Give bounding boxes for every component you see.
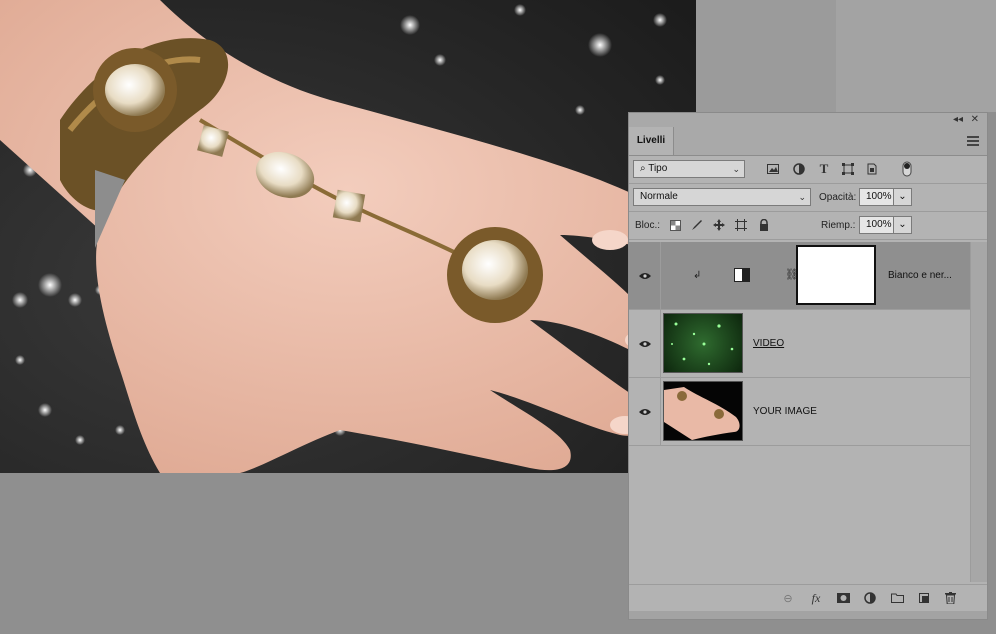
chevron-down-icon: ⌄ <box>798 192 806 202</box>
type-filter-icon[interactable]: T <box>816 161 832 177</box>
fill-dropdown-button[interactable]: ⌄ <box>893 216 912 234</box>
video-layer-thumbnail[interactable] <box>663 313 743 373</box>
opacity-value: 100% <box>866 191 892 202</box>
lock-label: Bloc.: <box>635 220 661 231</box>
layers-list: ↲ ⛓ Bianco e ner... VIDEO YOUR IMAGE <box>629 242 971 446</box>
layer-row-adjustment[interactable]: ↲ ⛓ Bianco e ner... <box>629 242 971 310</box>
visibility-toggle[interactable] <box>629 378 661 445</box>
fill-value: 100% <box>866 219 892 230</box>
fill-label: Riemp.: <box>821 220 856 231</box>
panel-resize-grip[interactable] <box>629 611 987 619</box>
eye-icon <box>638 340 651 347</box>
lock-all-icon[interactable] <box>756 217 772 233</box>
layer-mask-thumbnail[interactable] <box>796 245 876 305</box>
bw-adjustment-icon[interactable] <box>734 268 750 282</box>
shape-filter-icon[interactable] <box>840 161 856 177</box>
blend-mode-select[interactable]: Normale ⌄ <box>633 188 811 206</box>
chevron-down-icon: ⌄ <box>898 191 907 202</box>
eye-icon <box>638 408 651 415</box>
layer-row-image[interactable]: YOUR IMAGE <box>629 378 971 446</box>
blend-row: Normale ⌄ Opacità: 100% ⌄ <box>629 184 987 212</box>
layers-footer: ⊖ fx <box>629 584 987 611</box>
document-image[interactable] <box>0 0 696 473</box>
opacity-dropdown-button[interactable]: ⌄ <box>893 188 912 206</box>
link-icon[interactable]: ⊖ <box>781 591 795 605</box>
layer-name[interactable]: VIDEO <box>753 338 784 349</box>
blend-mode-value: Normale <box>640 191 678 202</box>
search-icon: ⌕ <box>640 163 646 174</box>
lock-artboard-icon[interactable] <box>733 217 749 233</box>
eye-icon <box>638 272 651 279</box>
lock-row: Bloc.: Riemp.: 100% ⌄ <box>629 212 987 240</box>
hand-bracelet-photo <box>0 0 696 473</box>
opacity-label: Opacità: <box>819 192 857 203</box>
filter-kind-select[interactable]: ⌕ Tipo ⌄ <box>633 160 745 178</box>
workspace-area <box>696 0 836 112</box>
new-layer-icon[interactable] <box>917 591 931 605</box>
visibility-toggle[interactable] <box>629 242 661 309</box>
mask-icon[interactable] <box>836 591 850 605</box>
lock-pixels-icon[interactable] <box>689 217 705 233</box>
visibility-toggle[interactable] <box>629 310 661 377</box>
lock-transparency-icon[interactable] <box>667 217 683 233</box>
collapse-panel-button[interactable]: ◂◂ <box>953 114 963 125</box>
adjustment-icon[interactable] <box>863 591 877 605</box>
panel-tab-bar: Livelli <box>629 127 987 156</box>
folder-icon[interactable] <box>890 591 904 605</box>
close-panel-button[interactable]: ✕ <box>971 114 979 125</box>
workspace-area-right <box>836 0 996 112</box>
clipping-arrow-icon: ↲ <box>693 270 702 281</box>
filter-kind-value: Tipo <box>648 163 668 174</box>
layer-name[interactable]: YOUR IMAGE <box>753 406 817 417</box>
image-layer-thumbnail[interactable] <box>663 381 743 441</box>
layers-scrollbar[interactable] <box>970 242 987 582</box>
trash-icon[interactable] <box>943 591 957 605</box>
image-filter-icon[interactable] <box>765 161 781 177</box>
adjustment-filter-icon[interactable] <box>791 161 807 177</box>
panel-menu-icon[interactable] <box>967 136 979 146</box>
filter-row: ⌕ Tipo ⌄ T <box>629 156 987 184</box>
layer-row-video[interactable]: VIDEO <box>629 310 971 378</box>
lock-position-icon[interactable] <box>711 217 727 233</box>
tab-layers[interactable]: Livelli <box>629 127 674 155</box>
smart-object-filter-icon[interactable] <box>864 161 880 177</box>
layers-panel: ◂◂ ✕ Livelli ⌕ Tipo ⌄ T Normale ⌄ Opacit… <box>628 112 988 620</box>
fx-icon[interactable]: fx <box>809 591 823 605</box>
chevron-down-icon: ⌄ <box>898 219 907 230</box>
layer-name[interactable]: Bianco e ner... <box>888 270 952 281</box>
filter-toggle-icon[interactable] <box>899 161 915 177</box>
chevron-down-icon: ⌄ <box>732 164 740 174</box>
panel-title-strip: ◂◂ ✕ <box>629 113 987 127</box>
